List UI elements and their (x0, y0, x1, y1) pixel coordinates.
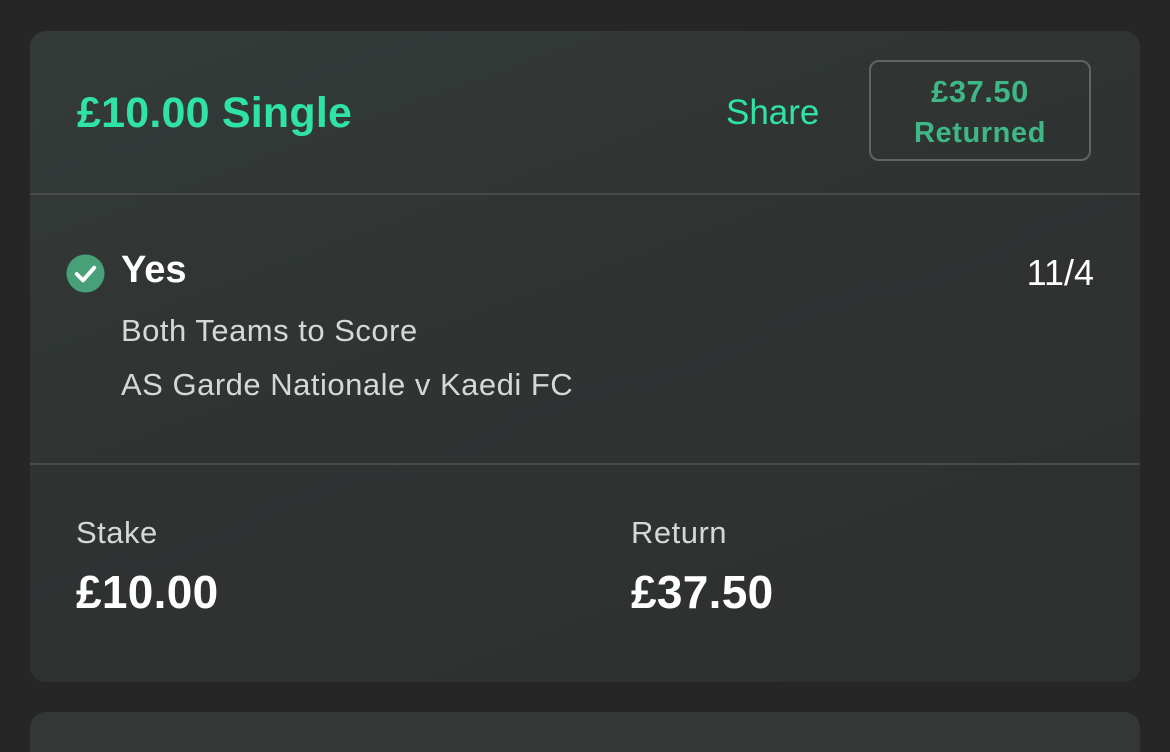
returned-amount: £37.50 (931, 74, 1029, 109)
stake-label: Stake (76, 515, 158, 550)
returned-label: Returned (913, 117, 1047, 149)
selection-details: Yes 11/4 Both Teams to Score AS Garde Na… (30, 195, 1140, 465)
bet-title: £10.00 Single (77, 89, 353, 137)
returned-badge: £37.50 Returned (869, 60, 1091, 161)
return-value: £37.50 (631, 566, 774, 618)
bet-summary: Stake £10.00 Return £37.50 (30, 465, 1140, 682)
bet-card-header: £10.00 Single Share £37.50 Returned (30, 31, 1140, 195)
selection-odds: 11/4 (1026, 252, 1094, 293)
check-circle-icon (66, 254, 105, 293)
next-bet-card[interactable] (30, 712, 1140, 752)
market-name: Both Teams to Score (121, 313, 418, 348)
bet-card: £10.00 Single Share £37.50 Returned Yes … (30, 31, 1140, 682)
event-name: AS Garde Nationale v Kaedi FC (121, 367, 574, 402)
selection-name: Yes (121, 249, 187, 291)
return-label: Return (631, 515, 728, 550)
stake-value: £10.00 (76, 566, 219, 618)
share-button[interactable]: Share (726, 93, 819, 133)
